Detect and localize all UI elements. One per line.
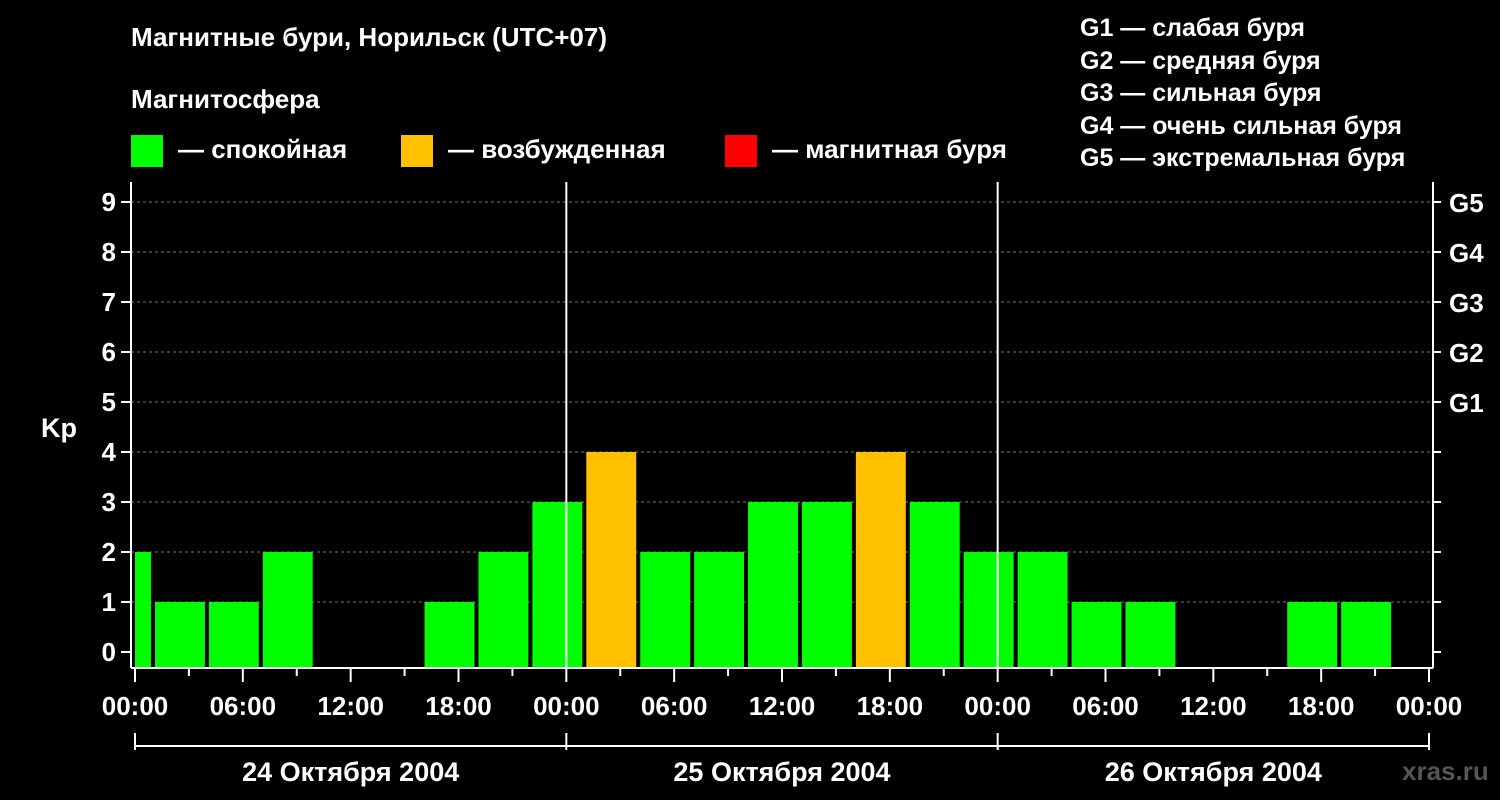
day-label: 25 Октября 2004 bbox=[673, 757, 890, 787]
x-tick-label: 12:00 bbox=[1180, 691, 1247, 721]
kp-bar bbox=[532, 502, 583, 668]
y-axis-label: Kp bbox=[41, 413, 77, 443]
g-level-label: G4 bbox=[1449, 238, 1484, 268]
g-level-label: G5 bbox=[1449, 188, 1484, 218]
kp-bar bbox=[135, 552, 151, 668]
y-tick-label: 3 bbox=[102, 487, 116, 517]
kp-bar bbox=[694, 552, 745, 668]
kp-bar bbox=[855, 452, 906, 668]
day-label: 26 Октября 2004 bbox=[1105, 757, 1322, 787]
y-tick-label: 5 bbox=[102, 387, 116, 417]
x-tick-label: 18:00 bbox=[1288, 691, 1355, 721]
x-tick-label: 12:00 bbox=[317, 691, 384, 721]
kp-bar-chart: 0 1 2 3 4 5 6 7 8 9 Kp G1 G2 G3 G4 G5 00:00 06:00 12:00 18:… bbox=[41, 182, 1484, 787]
kp-bar bbox=[1125, 602, 1176, 668]
x-tick-label: 18:00 bbox=[857, 691, 924, 721]
y-tick-label: 7 bbox=[102, 287, 116, 317]
kp-bar bbox=[748, 502, 798, 668]
x-tick-label: 12:00 bbox=[749, 691, 816, 721]
y-tick-label: 0 bbox=[102, 637, 116, 667]
y-tick-label: 6 bbox=[102, 337, 116, 367]
x-tick-label: 06:00 bbox=[210, 691, 277, 721]
kp-bar bbox=[1017, 552, 1068, 668]
kp-bar bbox=[640, 552, 691, 668]
x-tick-label: 00:00 bbox=[1396, 691, 1463, 721]
y-tick-label: 1 bbox=[102, 587, 116, 617]
g-level-label: G2 bbox=[1449, 338, 1484, 368]
kp-bar bbox=[1287, 602, 1338, 668]
day-label: 24 Октября 2004 bbox=[242, 757, 459, 787]
kp-bar bbox=[262, 552, 313, 668]
x-tick-label: 00:00 bbox=[102, 691, 169, 721]
kp-bar bbox=[478, 552, 529, 668]
kp-bar bbox=[801, 502, 852, 668]
kp-bar bbox=[963, 552, 1014, 668]
x-tick-label: 18:00 bbox=[425, 691, 492, 721]
x-tick-label: 00:00 bbox=[533, 691, 600, 721]
kp-bar bbox=[1341, 602, 1392, 668]
kp-bar bbox=[154, 602, 205, 668]
g-level-label: G3 bbox=[1449, 288, 1484, 318]
kp-bar bbox=[208, 602, 259, 668]
x-tick-label: 06:00 bbox=[1072, 691, 1139, 721]
kp-bar bbox=[909, 502, 960, 668]
y-tick-label: 4 bbox=[102, 437, 117, 467]
y-tick-label: 9 bbox=[102, 187, 116, 217]
x-tick-label: 00:00 bbox=[964, 691, 1031, 721]
y-tick-label: 8 bbox=[102, 237, 116, 267]
kp-bar bbox=[424, 602, 475, 668]
watermark: xras.ru bbox=[1402, 756, 1489, 786]
kp-bar bbox=[1071, 602, 1122, 668]
g-level-label: G1 bbox=[1449, 388, 1484, 418]
x-tick-label: 06:00 bbox=[641, 691, 708, 721]
kp-bar bbox=[586, 452, 637, 668]
y-tick-label: 2 bbox=[102, 537, 116, 567]
